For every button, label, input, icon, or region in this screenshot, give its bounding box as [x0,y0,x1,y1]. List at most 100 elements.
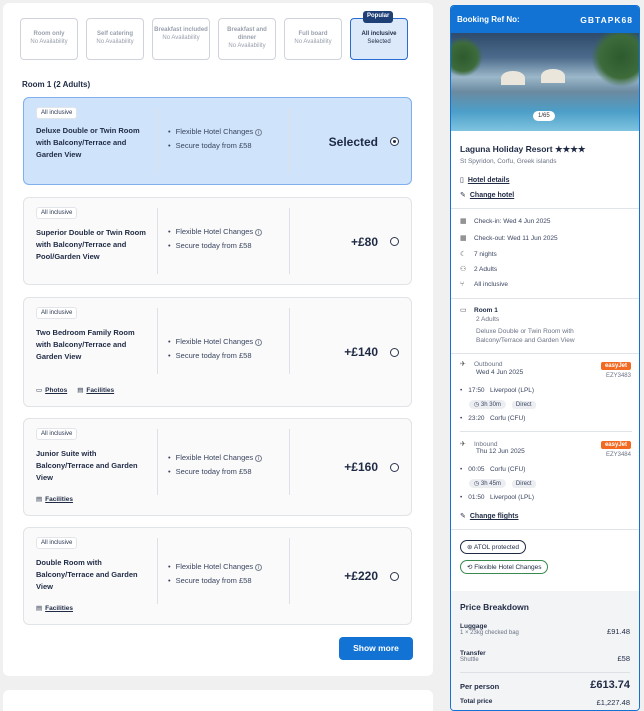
room-radio[interactable] [390,237,399,246]
price-breakdown: Price Breakdown Luggage 1 × 23kg checked… [451,591,639,710]
room-adults: 2 Adults [476,316,500,323]
board-breakfast-dinner[interactable]: Breakfast and dinner No Availability [218,18,276,60]
cutlery-icon: ⑂ [460,281,465,288]
facilities-link[interactable]: ▤ Facilities [36,604,73,612]
board-status: Selected [367,38,391,45]
total-row: Total price £1,227.48 [460,698,630,707]
photos-link-label: Photos [45,387,68,394]
arr-time: 01:50 [468,494,485,501]
easyjet-logo: easyJet [600,362,631,370]
room-name: Double Room with Balcony/Terrace and Gar… [36,558,138,591]
info-icon[interactable]: i [255,455,263,462]
booking-summary-sidebar: Booking Ref No: GBTAPK68 1/65 Laguna Hol… [450,5,640,711]
divider [460,672,630,673]
adults-text: 2 Adults [474,266,498,273]
outbound-departure: • 17:50 Liverpool (LPL) [460,387,535,394]
board-status: No Availability [96,38,134,45]
room-radio[interactable] [390,463,399,472]
feature-item: Secure today from £58 [168,574,262,588]
board-status: No Availability [30,38,68,45]
umbrella-shape [541,69,565,83]
room-features: Flexible Hotel Changesi Secure today fro… [168,560,263,588]
popular-badge: Popular [363,11,394,23]
feature-item: Secure today from £58 [168,239,262,253]
calendar-icon: ▦ [460,235,467,242]
room-radio[interactable] [390,572,399,581]
hotel-image[interactable]: 1/65 [451,33,639,131]
booking-ref-label: Booking Ref No: [457,15,520,24]
facilities-link[interactable]: ▤ Facilities [77,386,114,394]
room-links: ▤ Facilities [36,495,73,503]
info-icon[interactable]: i [255,339,263,346]
flex-text: Flexible Hotel Changes [474,564,542,571]
dep-place: Liverpool (LPL) [489,387,535,394]
room-option-5[interactable]: All inclusive Double Room with Balcony/T… [23,527,412,625]
board-tag: All inclusive [36,307,78,319]
board-breakfast[interactable]: Breakfast included No Availability [152,18,210,60]
photos-link[interactable]: ▭ Photos [36,386,67,394]
atol-text: ATOL protected [473,544,519,551]
building-icon: ▤ [77,387,84,394]
board-room-only[interactable]: Room only No Availability [20,18,78,60]
divider [289,429,290,495]
hotel-name-text: Laguna Holiday Resort [460,144,553,154]
room-name: Superior Double or Twin Room with Balcon… [36,228,146,261]
feature-item: Secure today from £58 [168,465,262,479]
room-option-1[interactable]: All inclusive Deluxe Double or Twin Room… [23,97,412,185]
inbound-date: Thu 12 Jun 2025 [476,448,525,455]
show-more-button[interactable]: Show more [339,637,413,660]
room-option-3[interactable]: All inclusive Two Bedroom Family Room wi… [23,297,412,407]
room-price: +£220 [344,569,378,583]
room-radio[interactable] [390,137,399,146]
divider [157,108,158,174]
feature-item: Flexible Hotel Changesi [168,560,263,574]
board-self-catering[interactable]: Self catering No Availability [86,18,144,60]
info-icon[interactable]: i [255,564,263,571]
feature-text: Secure today from £58 [175,576,252,585]
info-icon[interactable]: i [255,129,263,136]
divider [289,538,290,604]
change-hotel-link[interactable]: ✎ Change hotel [460,191,514,199]
feature-text: Flexible Hotel Changes [175,227,254,236]
feature-item: Flexible Hotel Changesi [168,451,263,465]
room-features: Flexible Hotel Changesi Secure today fro… [168,125,263,153]
star-rating: ★★★★ [554,144,586,154]
shield-icon: ⊛ [467,544,473,551]
board-full-board[interactable]: Full board No Availability [284,18,342,60]
inbound-duration: ◷ 3h 45m Direct [469,479,536,488]
room-radio[interactable] [390,348,399,357]
flex-badge: ⟲ Flexible Hotel Changes [460,560,549,574]
checkout-row: ▦ Check-out: Wed 11 Jun 2025 [460,234,558,242]
board-status: No Availability [228,42,266,49]
change-flights-link[interactable]: ✎ Change flights [460,512,519,520]
flight-code: EZY3484 [605,452,631,458]
change-flights-label: Change flights [469,513,519,520]
outbound-date: Wed 4 Jun 2025 [476,369,524,376]
hotel-details-link[interactable]: ▯ Hotel details [460,176,509,184]
arr-place: Liverpool (LPL) [489,494,535,501]
outbound-header: ✈ Outbound [460,360,503,368]
palm-shape [451,37,483,77]
room-option-2[interactable]: All inclusive Superior Double or Twin Ro… [23,197,412,285]
info-icon[interactable]: i [255,229,263,236]
people-icon: ⚇ [460,266,467,273]
direct-badge: Direct [511,480,536,488]
refresh-icon: ⟲ [467,564,473,571]
divider [451,529,639,530]
change-hotel-label: Change hotel [469,192,515,199]
room-option-4[interactable]: All inclusive Junior Suite with Balcony/… [23,418,412,516]
board-tag: All inclusive [36,428,78,440]
feature-item: Secure today from £58 [168,349,262,363]
feature-text: Flexible Hotel Changes [175,127,254,136]
facilities-link[interactable]: ▤ Facilities [36,495,73,503]
nights-row: ☾ 7 nights [460,250,497,258]
room-name: Deluxe Double or Twin Room with Balcony/… [36,126,140,159]
board-title: Breakfast included [154,27,208,33]
room-price: +£80 [350,235,378,249]
checkin-text: Check-in: Wed 4 Jun 2025 [474,218,551,225]
transfer-sub: Shuttle [460,657,479,663]
board-all-inclusive[interactable]: Popular All inclusive Selected [350,11,408,60]
room-features: Flexible Hotel Changesi Secure today fro… [168,225,263,253]
dep-time: 17:50 [468,387,485,394]
feature-text: Secure today from £58 [175,351,252,360]
